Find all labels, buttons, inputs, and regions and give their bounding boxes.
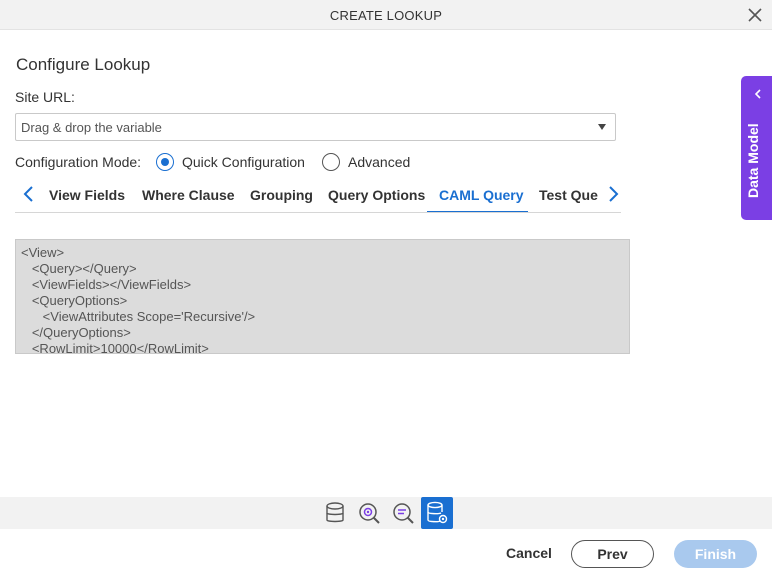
tab-test-query[interactable]: Test Que — [539, 187, 598, 203]
create-lookup-dialog: CREATE LOOKUP Configure Lookup Site URL:… — [0, 0, 772, 578]
bottom-icon-toolbar — [0, 497, 772, 529]
page-title: Configure Lookup — [16, 55, 151, 74]
data-model-label: Data Model — [745, 123, 761, 198]
configuration-mode-label: Configuration Mode: — [15, 154, 142, 170]
dialog-titlebar: CREATE LOOKUP — [0, 0, 772, 30]
tab-where-clause[interactable]: Where Clause — [142, 187, 235, 203]
site-url-dropdown[interactable]: Drag & drop the variable — [15, 113, 616, 141]
site-url-label: Site URL: — [15, 89, 75, 105]
tab-view-fields[interactable]: View Fields — [49, 187, 125, 203]
code-line: <ViewAttributes Scope='Recursive'/> — [21, 309, 256, 324]
dialog-title: CREATE LOOKUP — [329, 8, 443, 23]
radio-label: Quick Configuration — [182, 154, 305, 170]
data-model-panel-toggle[interactable]: Data Model — [741, 76, 772, 220]
radio-advanced[interactable]: Advanced — [322, 153, 410, 171]
tab-caml-query[interactable]: CAML Query — [439, 187, 524, 203]
finish-button[interactable]: Finish — [674, 540, 757, 568]
caret-down-icon — [598, 124, 606, 130]
filter-list-icon[interactable] — [387, 497, 419, 529]
tab-grouping[interactable]: Grouping — [250, 187, 313, 203]
chevron-right-icon[interactable] — [605, 184, 621, 204]
code-line: <RowLimit>10000</RowLimit> — [21, 341, 209, 354]
search-settings-icon[interactable] — [353, 497, 385, 529]
code-line: <Query></Query> — [21, 261, 137, 276]
database-settings-icon[interactable] — [421, 497, 453, 529]
chevron-left-icon — [754, 89, 761, 99]
close-icon[interactable] — [746, 6, 764, 24]
chevron-left-icon[interactable] — [21, 184, 37, 204]
radio-selected-icon — [156, 153, 174, 171]
radio-unselected-icon — [322, 153, 340, 171]
database-icon[interactable] — [319, 497, 351, 529]
caml-query-textarea[interactable]: <View> <Query></Query> <ViewFields></Vie… — [15, 239, 630, 354]
prev-button[interactable]: Prev — [571, 540, 654, 568]
radio-quick-configuration[interactable]: Quick Configuration — [156, 153, 305, 171]
code-line: </QueryOptions> — [21, 325, 131, 340]
tab-bar: View Fields Where Clause Grouping Query … — [15, 180, 621, 213]
code-line: <View> — [21, 245, 65, 260]
tab-query-options[interactable]: Query Options — [328, 187, 425, 203]
site-url-placeholder: Drag & drop the variable — [21, 120, 162, 135]
cancel-button[interactable]: Cancel — [500, 545, 558, 561]
active-tab-indicator — [427, 211, 528, 212]
code-line: <QueryOptions> — [21, 293, 128, 308]
radio-label: Advanced — [348, 154, 411, 170]
code-line: <ViewFields></ViewFields> — [21, 277, 192, 292]
